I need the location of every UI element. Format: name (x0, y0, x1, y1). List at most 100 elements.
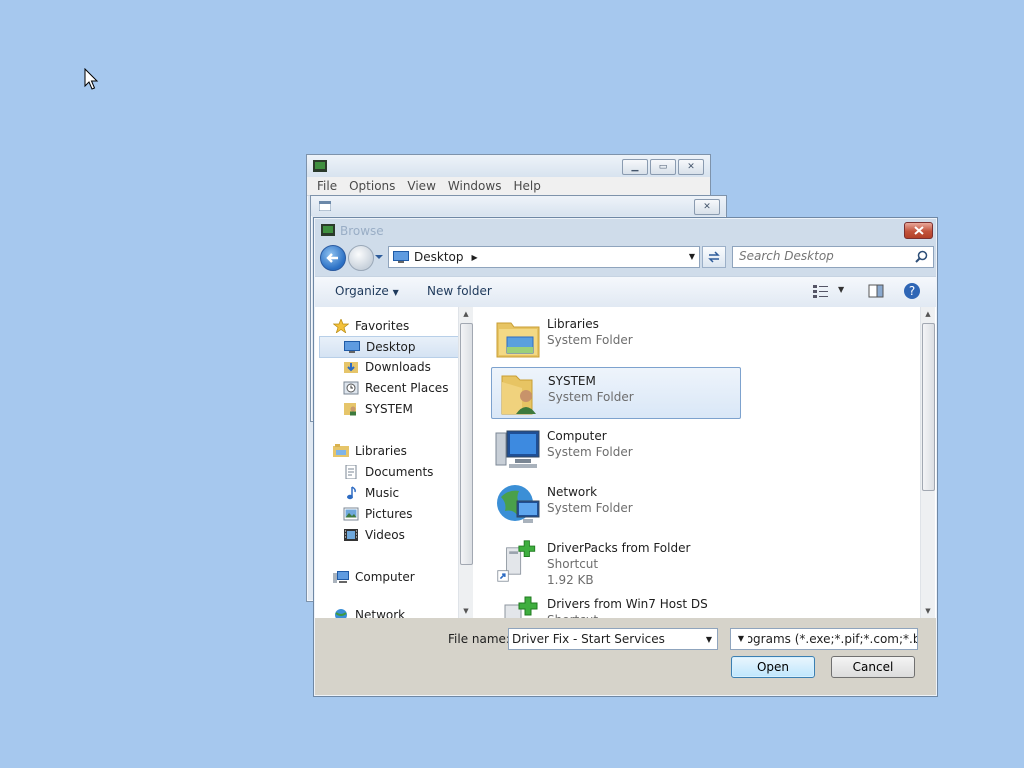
file-name-combobox[interactable]: ▼ (508, 628, 718, 650)
dialog-footer: File name: ▼ Programs (*.exe;*.pif;*.com… (315, 618, 936, 695)
computer-icon (495, 430, 540, 468)
mouse-cursor-icon (84, 68, 99, 90)
close-button[interactable]: ✕ (694, 199, 720, 215)
svg-text:?: ? (909, 284, 915, 298)
view-options-icon[interactable] (812, 283, 830, 299)
scroll-up-icon[interactable]: ▲ (459, 310, 473, 318)
open-button[interactable]: Open (731, 656, 815, 678)
file-name-label: File name: (448, 632, 510, 646)
nav-downloads-label: Downloads (365, 360, 431, 374)
scrollbar-thumb[interactable] (460, 323, 473, 565)
search-input[interactable] (733, 247, 909, 265)
file-type: System Folder (548, 390, 634, 404)
file-list: Libraries System Folder SYSTEM System Fo… (475, 307, 920, 618)
nav-computer-label: Computer (355, 570, 415, 584)
file-name: Drivers from Win7 Host DS (547, 597, 708, 611)
preview-pane-icon[interactable] (868, 283, 884, 299)
browse-titlebar[interactable]: Browse (314, 218, 937, 242)
arrow-left-icon (326, 253, 338, 263)
driverpack-shortcut-icon (497, 540, 536, 582)
close-button[interactable]: ✕ (678, 159, 704, 175)
file-item-selected[interactable]: SYSTEM System Folder (491, 367, 741, 419)
network-icon (497, 485, 540, 523)
organize-button[interactable]: Organize ▼ (335, 284, 399, 298)
file-item[interactable]: Libraries System Folder (491, 311, 739, 361)
maximize-icon: ▭ (658, 162, 668, 172)
desktop-icon (344, 341, 360, 353)
menu-help[interactable]: Help (507, 177, 546, 195)
scroll-down-icon[interactable]: ▼ (459, 607, 473, 615)
cancel-button[interactable]: Cancel (831, 656, 915, 678)
scroll-up-icon[interactable]: ▲ (921, 310, 935, 318)
file-name: Computer (547, 429, 607, 443)
app-icon (321, 224, 335, 236)
network-icon (335, 609, 347, 618)
address-bar[interactable]: Desktop ▶ ▼ (388, 246, 700, 268)
libraries-folder-icon (496, 322, 540, 358)
nav-network[interactable]: Network (333, 608, 476, 618)
refresh-button[interactable] (702, 246, 726, 268)
downloads-folder-icon (344, 362, 358, 373)
background-app-titlebar[interactable]: ▁ ▭ ✕ (307, 155, 710, 177)
file-name: SYSTEM (548, 374, 596, 388)
forward-button[interactable] (348, 245, 374, 271)
close-icon: ✕ (687, 162, 695, 172)
close-button[interactable] (904, 222, 933, 239)
documents-icon (345, 465, 357, 479)
nav-system-label: SYSTEM (365, 402, 413, 416)
history-dropdown-icon[interactable] (374, 252, 384, 262)
nav-pictures-label: Pictures (365, 507, 413, 521)
nav-libraries[interactable]: Libraries (333, 441, 476, 461)
file-name: Network (547, 485, 598, 499)
chevron-down-icon[interactable]: ▼ (706, 635, 712, 644)
command-toolbar: Organize ▼ New folder ▼ ? (315, 276, 936, 308)
help-icon[interactable]: ? (903, 282, 921, 300)
search-box[interactable] (732, 246, 934, 268)
videos-icon (344, 529, 358, 541)
browse-title: Browse (340, 224, 384, 238)
nav-favorites[interactable]: Favorites (333, 316, 476, 336)
scroll-down-icon[interactable]: ▼ (921, 607, 935, 615)
file-item[interactable]: DriverPacks from Folder Shortcut 1.92 KB (491, 535, 739, 591)
nav-documents-label: Documents (365, 465, 434, 479)
background-dialog-titlebar[interactable]: ✕ (311, 196, 726, 216)
file-list-scrollbar[interactable]: ▲ ▼ (920, 307, 935, 618)
desktop-icon (393, 251, 409, 263)
menu-file[interactable]: File (311, 177, 343, 195)
window-icon (319, 201, 331, 211)
menu-windows[interactable]: Windows (442, 177, 508, 195)
file-size: 1.92 KB (547, 573, 594, 587)
file-type-select[interactable]: Programs (*.exe;*.pif;*.com;*.bat;*.cmd)… (730, 628, 918, 650)
new-folder-button[interactable]: New folder (427, 284, 492, 298)
star-icon (333, 319, 349, 333)
menu-view[interactable]: View (401, 177, 441, 195)
refresh-icon (708, 251, 720, 263)
menu-options[interactable]: Options (343, 177, 401, 195)
breadcrumb-chevron-icon[interactable]: ▶ (472, 253, 478, 262)
file-item[interactable]: Computer System Folder (491, 423, 739, 473)
recent-places-icon (343, 381, 359, 395)
close-icon (913, 226, 924, 235)
address-dropdown-icon[interactable]: ▼ (689, 252, 695, 261)
file-type: System Folder (547, 501, 633, 515)
file-name-input[interactable] (509, 629, 699, 649)
navigation-pane: Favorites Desktop Downloads Recent Place… (315, 307, 459, 618)
pictures-icon (343, 507, 359, 521)
back-button[interactable] (320, 245, 346, 271)
libraries-icon (333, 444, 349, 457)
minimize-button[interactable]: ▁ (622, 159, 648, 175)
maximize-button[interactable]: ▭ (650, 159, 676, 175)
file-type-value: Programs (*.exe;*.pif;*.com;*.bat;*.cmd) (734, 632, 917, 646)
search-icon[interactable] (915, 250, 928, 263)
file-type: System Folder (547, 333, 633, 347)
scrollbar-thumb[interactable] (922, 323, 935, 491)
nav-computer[interactable]: Computer (333, 567, 476, 587)
file-item[interactable]: Network System Folder (491, 479, 739, 529)
chevron-down-icon[interactable]: ▼ (838, 285, 844, 294)
navigation-scrollbar[interactable]: ▲ ▼ (458, 307, 473, 618)
nav-desktop[interactable]: Desktop (319, 336, 459, 358)
breadcrumb-desktop[interactable]: Desktop (414, 250, 464, 264)
chevron-down-icon[interactable]: ▼ (734, 629, 748, 649)
file-item[interactable]: Drivers from Win7 Host DS Shortcut (491, 591, 739, 618)
nav-recent-places-label: Recent Places (365, 381, 449, 395)
